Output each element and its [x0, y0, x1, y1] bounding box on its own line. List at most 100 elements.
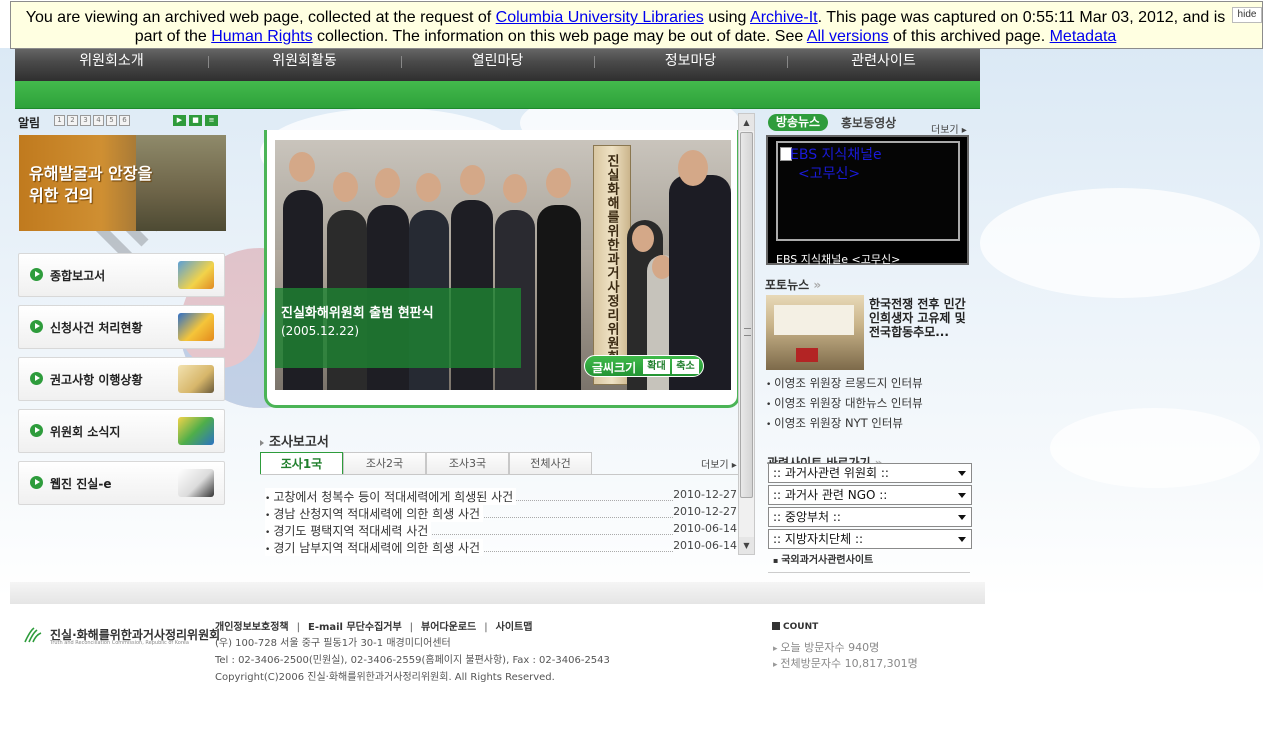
- tab-bureau-3[interactable]: 조사3국: [426, 452, 509, 475]
- photo-caption: 진실화해위원회 출범 현판식 (2005.12.22): [275, 288, 521, 368]
- viewer-download-link[interactable]: 뷰어다운로드: [421, 622, 476, 633]
- sub-nav-bar: [15, 81, 980, 109]
- notice-banner[interactable]: 유해발굴과 안장을 위한 건의: [19, 135, 226, 231]
- notice-page-2[interactable]: 2: [67, 115, 78, 126]
- tab-promo-video[interactable]: 홍보동영상: [841, 114, 896, 131]
- arrow-circle-icon: [30, 372, 43, 385]
- menu-newsletter[interactable]: 위원회 소식지: [18, 409, 225, 453]
- foreign-sites-link[interactable]: 국외과거사관련사이트: [768, 551, 970, 573]
- pen-paper-icon: [178, 469, 214, 497]
- list-icon[interactable]: ≡: [205, 115, 218, 126]
- select-local-govt[interactable]: :: 지방자치단체 ::: [768, 529, 972, 549]
- font-enlarge-button[interactable]: 확대: [643, 359, 670, 374]
- footer-tel: Tel : 02-3406-2500(민원실), 02-3406-2559(홈페…: [215, 655, 610, 666]
- list-item[interactable]: 이영조 위원장 르몽드지 인터뷰: [766, 375, 923, 395]
- archive-text-4: collection. The information on this web …: [312, 28, 807, 45]
- menu-label: 종합보고서: [50, 269, 106, 283]
- visitor-count-title: COUNT: [772, 622, 818, 632]
- scroll-down-icon[interactable]: ▼: [739, 537, 754, 554]
- notice-page-1[interactable]: 1: [54, 115, 65, 126]
- list-item[interactable]: 경기 남부지역 적대세력에 의한 희생 사건 2010-06-14: [265, 539, 737, 556]
- list-item[interactable]: 고창에서 청복수 등이 적대세력에게 희생된 사건 2010-12-27: [265, 488, 737, 505]
- books-icon: [178, 261, 214, 289]
- report-title[interactable]: 경기도 평택지역 적대세력 사건: [265, 522, 432, 539]
- nav-item-activities[interactable]: 위원회활동: [208, 46, 401, 81]
- report-title[interactable]: 경남 산청지역 적대세력에 의한 희생 사건: [265, 505, 484, 522]
- reports-title: 조사보고서: [260, 431, 329, 450]
- archive-text-5: of this archived page.: [888, 28, 1050, 45]
- notice-page-6[interactable]: 6: [119, 115, 130, 126]
- report-date: 2010-06-14: [673, 539, 737, 552]
- link-archive-it[interactable]: Archive-It: [750, 9, 818, 26]
- stop-icon[interactable]: ■: [189, 115, 202, 126]
- video-title-line-1: EBS 지식채널e: [790, 147, 882, 163]
- menu-label: 신청사건 처리현황: [50, 321, 143, 335]
- link-human-rights[interactable]: Human Rights: [211, 28, 312, 45]
- report-title[interactable]: 고창에서 청복수 등이 적대세력에게 희생된 사건: [265, 488, 517, 505]
- sitemap-link[interactable]: 사이트맵: [496, 622, 533, 633]
- arrow-circle-icon: [30, 424, 43, 437]
- tab-broadcast-news[interactable]: 방송뉴스: [768, 114, 828, 131]
- photo-news-headline[interactable]: 한국전쟁 전후 민간인희생자 고유제 및 전국합동추모...: [869, 297, 971, 339]
- arrow-circle-icon: [30, 476, 43, 489]
- list-item[interactable]: 이영조 위원장 NYT 인터뷰: [766, 415, 923, 435]
- arrow-circle-icon: [30, 268, 43, 281]
- broadcast-more-link[interactable]: 더보기 ▸: [931, 121, 967, 136]
- footer-shadow: [10, 582, 985, 604]
- link-metadata[interactable]: Metadata: [1050, 28, 1117, 45]
- notice-page-4[interactable]: 4: [93, 115, 104, 126]
- font-reduce-button[interactable]: 축소: [672, 359, 699, 374]
- photo-news-image[interactable]: [766, 295, 864, 370]
- footer-logo[interactable]: 진실·화해를위한과거사정리위원회 Truth and Reconciliatio…: [24, 625, 220, 649]
- notice-page-5[interactable]: 5: [106, 115, 117, 126]
- tab-divider: [260, 474, 738, 475]
- report-title[interactable]: 경기 남부지역 적대세력에 의한 희생 사건: [265, 539, 484, 556]
- select-ministries[interactable]: :: 중앙부처 ::: [768, 507, 972, 527]
- notice-controls: ▶ ■ ≡: [173, 115, 218, 126]
- notice-pager: 1 2 3 4 5 6: [54, 115, 130, 126]
- link-columbia[interactable]: Columbia University Libraries: [496, 9, 704, 26]
- list-item[interactable]: 경기도 평택지역 적대세력 사건 2010-06-14: [265, 522, 737, 539]
- list-item[interactable]: 경남 산청지역 적대세력에 의한 희생 사건 2010-12-27: [265, 505, 737, 522]
- nav-item-info[interactable]: 정보마당: [594, 46, 787, 81]
- link-all-versions[interactable]: All versions: [807, 28, 889, 45]
- privacy-policy-link[interactable]: 개인정보보호정책: [215, 622, 289, 633]
- nav-item-related[interactable]: 관련사이트: [787, 46, 980, 81]
- main-photo[interactable]: 진실화해를위한과거사정리위원회 진실화해위원회 출범 현판식 (2005.12.…: [275, 140, 731, 390]
- commission-signboard: 진실화해를위한과거사정리위원회: [593, 145, 631, 385]
- scroll-up-icon[interactable]: ▲: [739, 114, 754, 131]
- menu-case-status[interactable]: 신청사건 처리현황: [18, 305, 225, 349]
- notice-banner-line-1: 유해발굴과 안장을: [29, 164, 153, 183]
- photo-news-title: 포토뉴스: [765, 276, 821, 293]
- visitor-count-today: 오늘 방문자수 940명: [773, 639, 879, 655]
- hide-button[interactable]: hide: [1232, 7, 1262, 23]
- notice-banner-line-2: 위한 건의: [29, 186, 94, 205]
- archive-text-1: You are viewing an archived web page, co…: [25, 9, 496, 26]
- reports-list: 고창에서 청복수 등이 적대세력에게 희생된 사건 2010-12-27 경남 산…: [265, 488, 737, 556]
- nav-item-open-forum[interactable]: 열린마당: [401, 46, 594, 81]
- archive-text-2: using: [703, 9, 751, 26]
- tab-bureau-1[interactable]: 조사1국: [260, 452, 343, 475]
- select-committees[interactable]: :: 과거사관련 위원회 ::: [768, 463, 972, 483]
- email-refusal-link[interactable]: E-mail 무단수집거부: [308, 622, 402, 633]
- notice-banner-text: 유해발굴과 안장을 위한 건의: [29, 163, 152, 207]
- menu-label: 웹진 진실-e: [50, 477, 112, 491]
- notice-page-3[interactable]: 3: [80, 115, 91, 126]
- nav-item-about[interactable]: 위원회소개: [15, 46, 208, 81]
- menu-comprehensive-report[interactable]: 종합보고서: [18, 253, 225, 297]
- play-icon[interactable]: ▶: [173, 115, 186, 126]
- menu-recommendations[interactable]: 권고사항 이행상황: [18, 357, 225, 401]
- video-caption[interactable]: EBS 지식채널e <고무신>: [776, 251, 900, 267]
- select-ngo[interactable]: :: 과거사 관련 NGO ::: [768, 485, 972, 505]
- scroll-thumb[interactable]: [740, 132, 753, 498]
- video-player[interactable]: EBS 지식채널e <고무신> EBS 지식채널e <고무신>: [766, 135, 969, 267]
- tab-bureau-2[interactable]: 조사2국: [343, 452, 426, 475]
- reports-more-link[interactable]: 더보기 ▸: [701, 456, 737, 471]
- visitor-count-total: 전체방문자수 10,817,301명: [773, 655, 917, 671]
- list-item[interactable]: 이영조 위원장 대한뉴스 인터뷰: [766, 395, 923, 415]
- tab-all-cases[interactable]: 전체사건: [509, 452, 592, 475]
- menu-webzine[interactable]: 웹진 진실-e: [18, 461, 225, 505]
- font-size-control: 글씨크기 확대 축소: [584, 355, 704, 377]
- frame-scrollbar[interactable]: ▲ ▼: [738, 113, 755, 555]
- notice-title: 알림: [18, 116, 41, 130]
